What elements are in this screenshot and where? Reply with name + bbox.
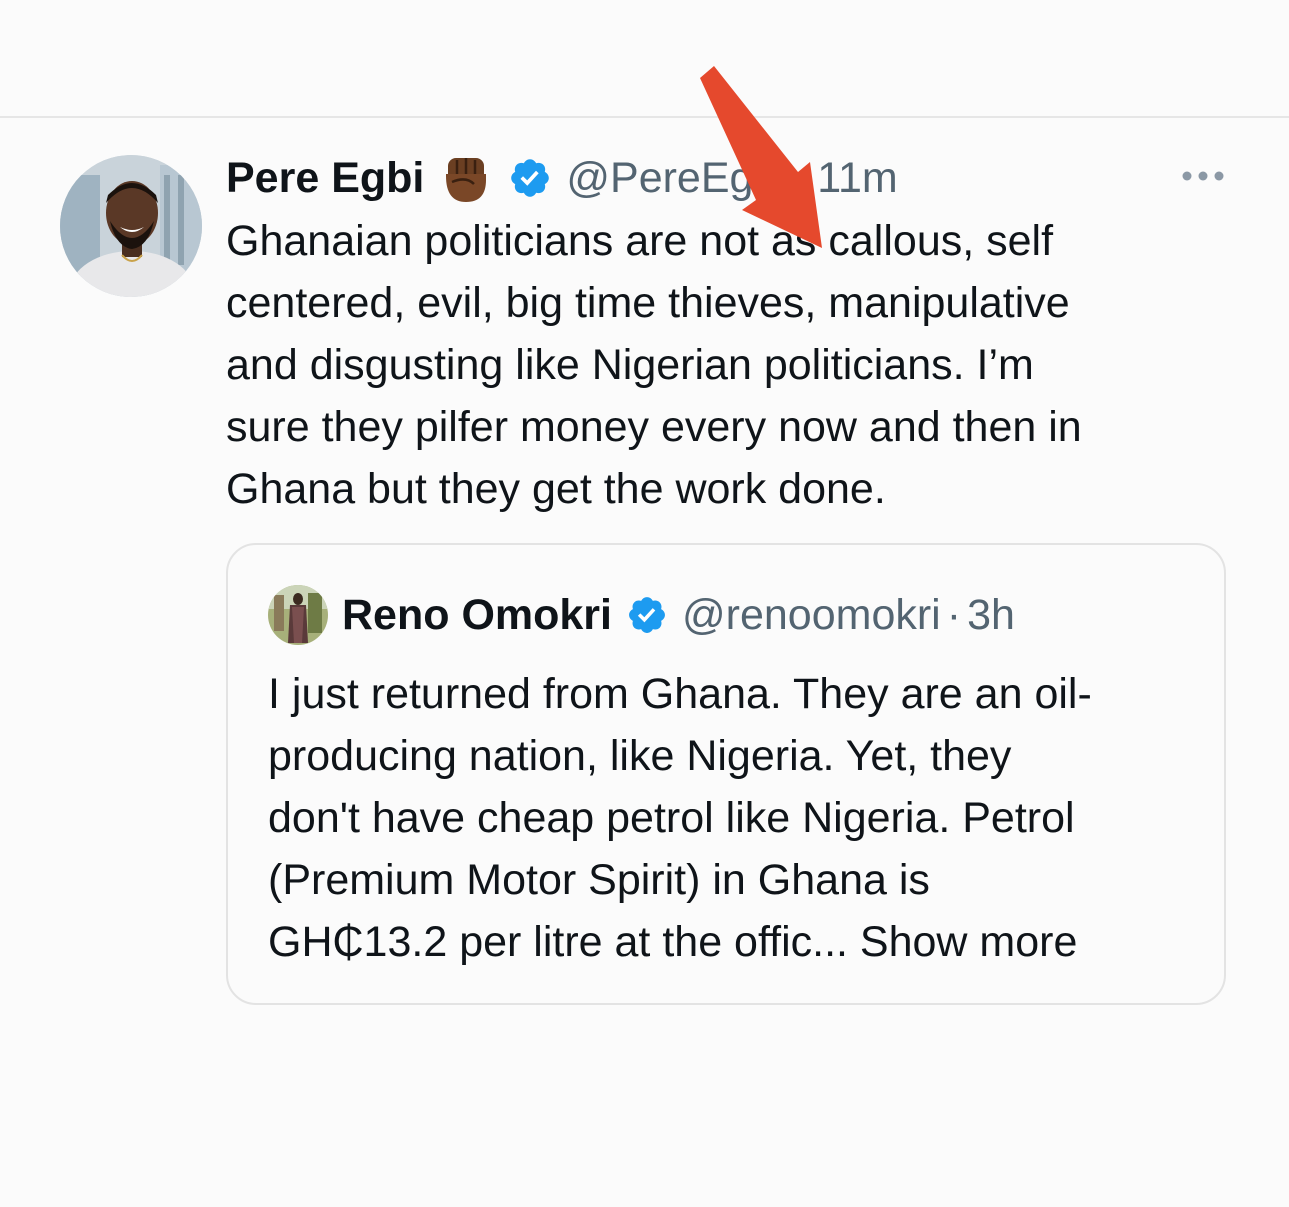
quoted-tweet-card[interactable]: Reno Omokri @renoomokri · 3h I just retu… (226, 543, 1226, 1005)
show-more-link[interactable]: Show more (860, 918, 1077, 966)
quoted-tweet-timestamp[interactable]: 3h (967, 591, 1015, 640)
more-horizontal-icon[interactable] (1180, 166, 1226, 186)
tweet-timestamp[interactable]: 11m (817, 154, 897, 203)
author-avatar[interactable] (60, 155, 202, 297)
quoted-author-handle[interactable]: @renoomokri (682, 591, 941, 640)
separator-dot: · (946, 590, 962, 639)
quoted-tweet-text: I just returned from Ghana. They are an … (268, 663, 1208, 973)
quoted-tweet-header: Reno Omokri @renoomokri · 3h (342, 587, 1015, 643)
raised-fist-icon (440, 152, 492, 204)
top-divider (0, 116, 1289, 118)
tweet-header: Pere Egbi @PereEgbi · 11m (226, 150, 898, 206)
verified-badge-icon (508, 156, 552, 200)
avatar-photo (60, 155, 202, 297)
author-handle[interactable]: @PereEgbi (566, 154, 787, 203)
tweet-text: Ghanaian politicians are not as callous,… (226, 217, 1082, 513)
quoted-author-name[interactable]: Reno Omokri (342, 591, 612, 640)
quoted-avatar-photo (268, 585, 328, 645)
author-name[interactable]: Pere Egbi (226, 154, 424, 203)
separator-dot: · (794, 153, 810, 202)
verified-badge-icon (626, 594, 668, 636)
quoted-author-avatar (268, 585, 328, 645)
